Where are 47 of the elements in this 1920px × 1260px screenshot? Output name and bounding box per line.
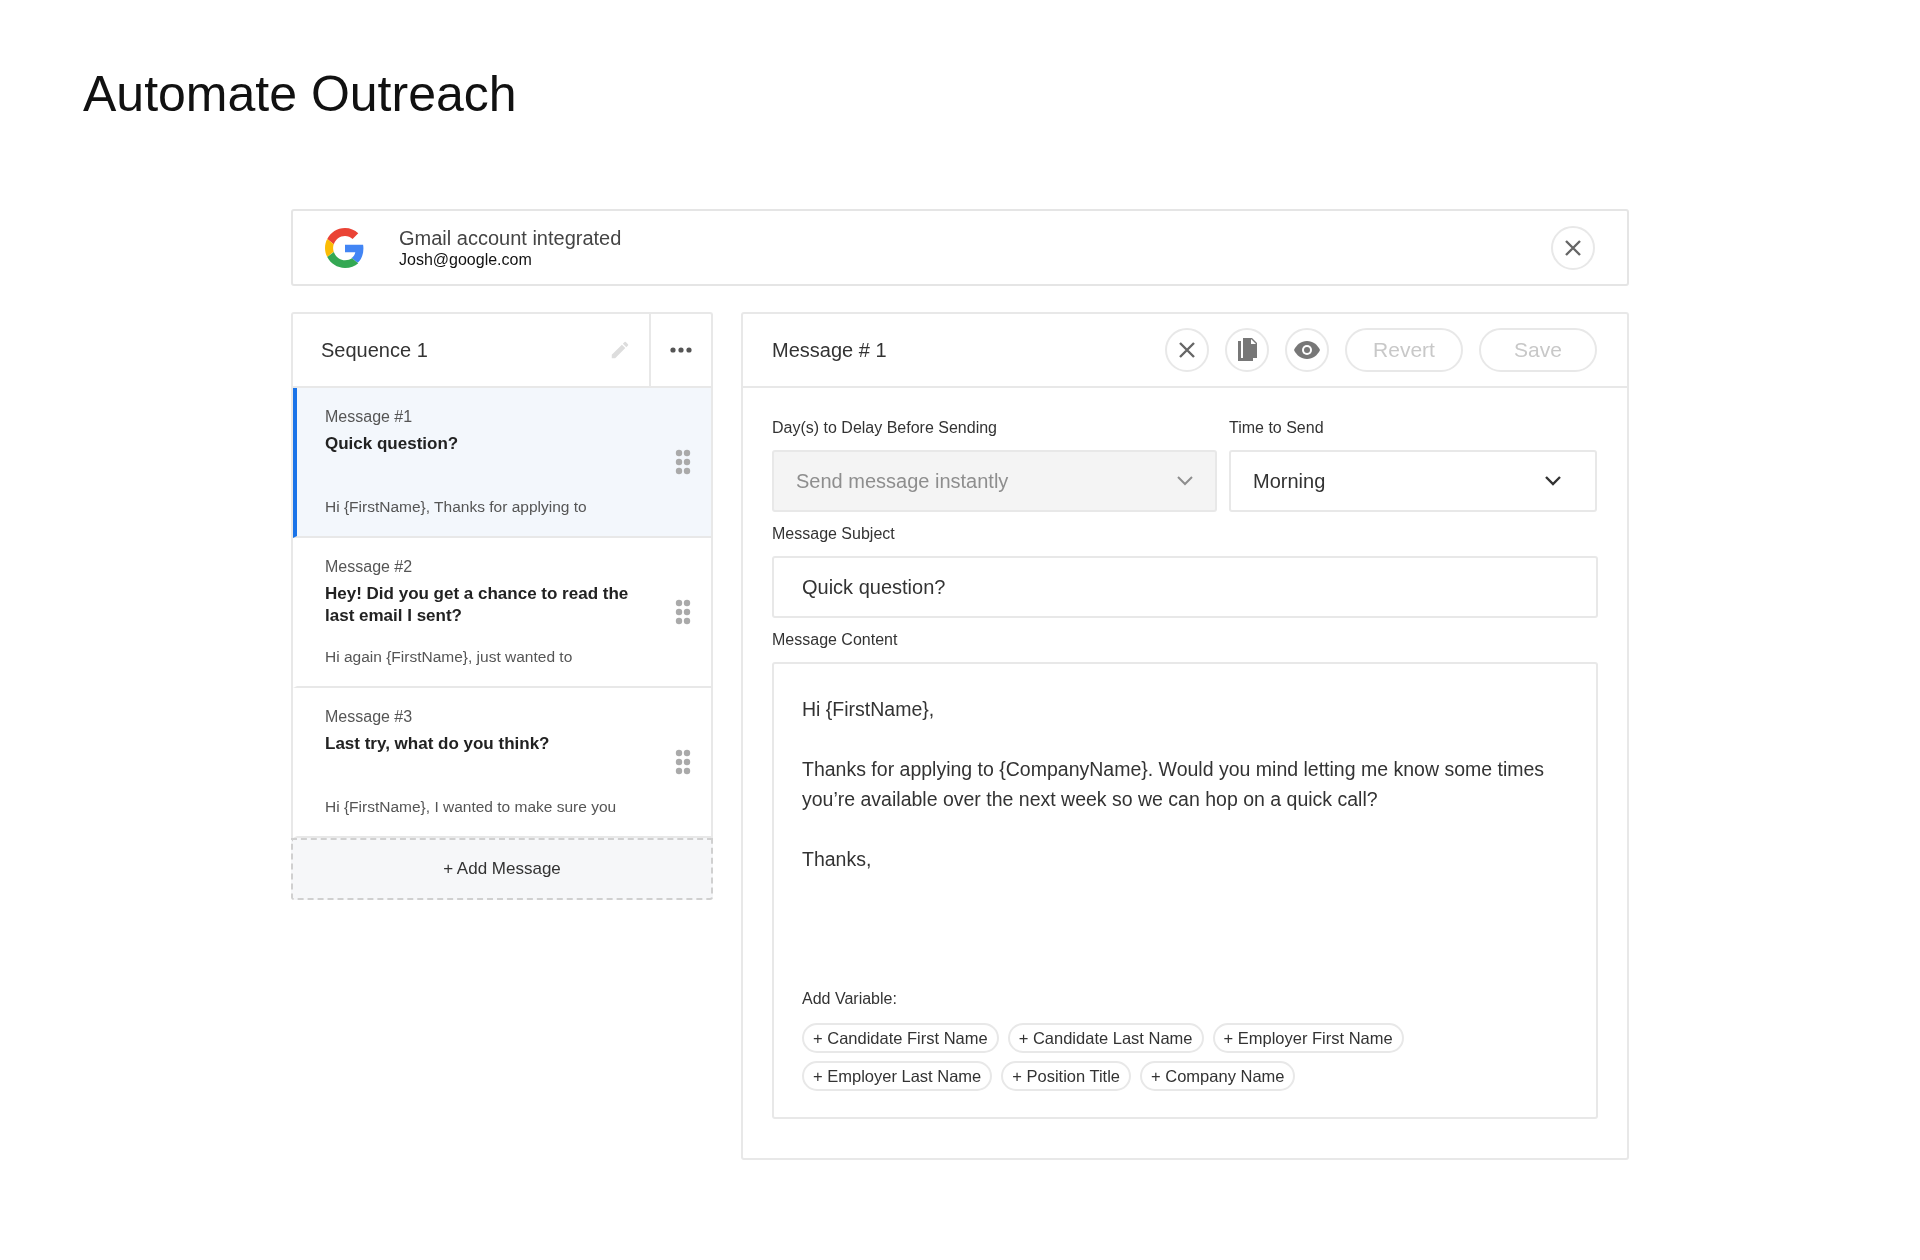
chevron-down-icon <box>1545 476 1561 486</box>
message-preview: Hi {FirstName}, I wanted to make sure you <box>325 797 618 817</box>
content-paragraph: Thanks, <box>802 847 873 872</box>
message-number: Message #2 <box>325 557 414 577</box>
copy-icon <box>1236 338 1258 362</box>
variable-chip[interactable]: + Employer First Name <box>1212 1023 1404 1053</box>
variable-chip[interactable]: + Company Name <box>1140 1061 1296 1091</box>
eye-icon <box>1294 341 1320 359</box>
variables-label: Add Variable: <box>802 989 897 1009</box>
chevron-down-icon <box>1177 476 1193 486</box>
message-preview: Hi again {FirstName}, just wanted to <box>325 647 574 667</box>
add-message-button[interactable]: + Add Message <box>291 838 713 900</box>
field-label: Day(s) to Delay Before Sending <box>772 418 997 438</box>
close-icon <box>1564 238 1582 257</box>
message-subject: Last try, what do you think? <box>325 733 551 755</box>
page-title: Automate Outreach <box>83 65 517 124</box>
editor-title: Message # 1 <box>772 338 887 363</box>
message-subject: Quick question? <box>325 433 460 455</box>
integration-email: Josh@google.com <box>399 249 533 270</box>
variable-chip[interactable]: + Candidate Last Name <box>1007 1023 1204 1053</box>
drag-handle-icon[interactable] <box>675 599 691 625</box>
delete-button[interactable] <box>1165 328 1209 372</box>
time-dropdown[interactable]: Morning <box>1229 450 1597 512</box>
field-label: Time to Send <box>1229 418 1324 438</box>
message-preview: Hi {FirstName}, Thanks for applying to <box>325 497 588 517</box>
preview-button[interactable] <box>1285 328 1329 372</box>
duplicate-button[interactable] <box>1225 328 1269 372</box>
message-item[interactable]: Message #1 Quick question? Hi {FirstName}, Thanks for applying to <box>293 388 711 538</box>
content-paragraph: Thanks for applying to {CompanyName}. Would you mind letting me know some times you’re available over the next week so we can hop on a quick call? <box>802 757 1546 812</box>
close-icon <box>1178 341 1196 359</box>
field-label: Message Subject <box>772 524 895 544</box>
message-subject: Hey! Did you get a chance to read the last email I sent? <box>325 583 630 627</box>
drag-handle-icon[interactable] <box>675 449 691 475</box>
field-label: Message Content <box>772 630 898 650</box>
drag-handle-icon[interactable] <box>675 749 691 775</box>
variable-chip[interactable]: + Employer Last Name <box>802 1061 993 1091</box>
google-logo-icon <box>325 227 365 268</box>
message-number: Message #1 <box>325 407 414 427</box>
variable-chip[interactable]: + Candidate First Name <box>802 1023 999 1053</box>
integration-title: Gmail account integrated <box>399 225 622 250</box>
close-button[interactable] <box>1551 225 1595 270</box>
subject-field[interactable]: Quick question? <box>772 556 1598 618</box>
content-paragraph: Hi {FirstName}, <box>802 697 936 722</box>
more-icon <box>670 347 692 353</box>
message-number: Message #3 <box>325 707 414 727</box>
sequence-title: Sequence 1 <box>321 338 428 363</box>
variable-chip[interactable]: + Position Title <box>1001 1061 1132 1091</box>
